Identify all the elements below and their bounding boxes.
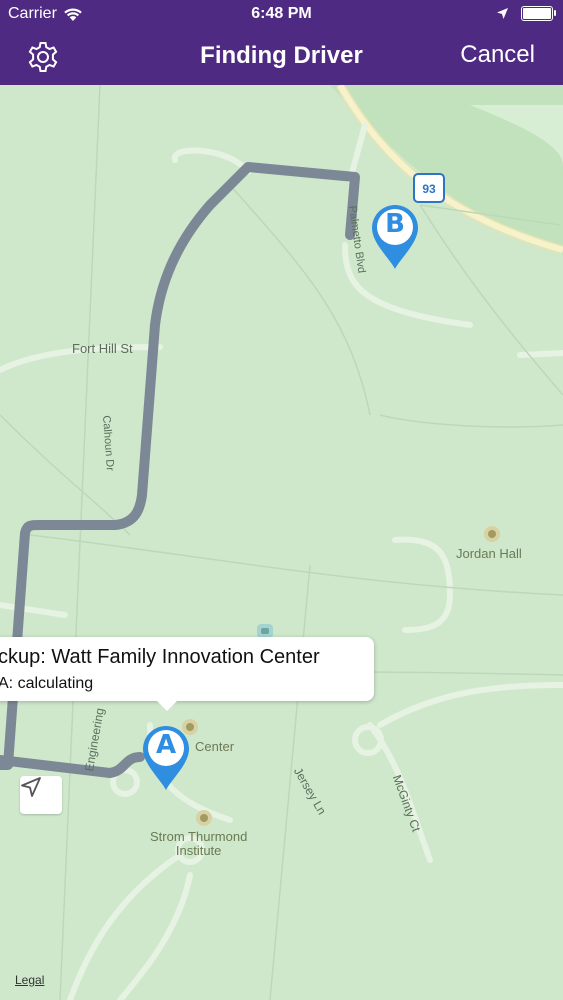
status-right [496, 6, 556, 21]
map-canvas[interactable] [0, 85, 563, 1000]
location-services-icon [497, 8, 508, 19]
pickup-pin-letter: A [155, 730, 177, 760]
locate-me-button[interactable] [20, 776, 62, 814]
cancel-button[interactable]: Cancel [460, 41, 535, 69]
callout-subtitle: A: calculating [0, 675, 94, 692]
poi-label-center: Center [195, 739, 235, 754]
map-view[interactable]: 93 Fort Hill St Calhoun Dr Palmetto Blvd… [0, 85, 563, 1000]
destination-pin[interactable]: B [368, 201, 422, 271]
status-bar: Carrier 6:48 PM [0, 0, 563, 30]
nav-bar: Finding Driver Cancel [0, 30, 563, 85]
legal-link[interactable]: Legal [15, 973, 44, 987]
poi-label-jordan-hall: Jordan Hall [456, 546, 522, 561]
street-label-fort-hill: Fort Hill St [72, 341, 133, 356]
status-time: 6:48 PM [251, 5, 312, 22]
battery-icon [521, 6, 556, 21]
pickup-pin[interactable]: A [139, 722, 193, 792]
route-shield-93: 93 [413, 173, 445, 203]
destination-pin-letter: B [385, 209, 405, 239]
callout-title: ckup: Watt Family Innovation Center [0, 646, 320, 668]
poi-label-strom-thurmond: Strom Thurmond Institute [150, 829, 248, 858]
location-arrow-icon [21, 777, 41, 797]
pickup-callout[interactable]: ckup: Watt Family Innovation Center A: c… [0, 637, 374, 711]
